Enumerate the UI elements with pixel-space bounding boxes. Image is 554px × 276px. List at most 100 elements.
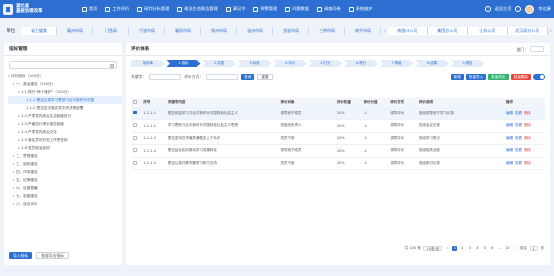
tree-node[interactable]: ▾ 一、政治建设（100分）: [8, 80, 122, 88]
tree-node[interactable]: 1-1-1.是否认真学习贯彻习近平新时代中国: [8, 96, 122, 104]
step-tab[interactable]: 7.等级: [379, 60, 414, 67]
avatar[interactable]: [525, 4, 535, 14]
tree-node[interactable]: ▸ 1-4.严肃党内政治文化: [8, 128, 122, 136]
step-tab[interactable]: 指标库: [131, 60, 165, 67]
tree-node[interactable]: ▾ 1-1.践行“两个维护”（100分）: [8, 88, 122, 96]
delete-link[interactable]: 删除: [524, 148, 531, 152]
nav-item-3[interactable]: 政治生态报告管理: [173, 0, 222, 18]
tree-node[interactable]: ▸ 1-3.严格执行请示报告制度: [8, 120, 122, 128]
edit-link[interactable]: 编辑: [506, 111, 513, 115]
step-tab[interactable]: 8.结果: [415, 60, 449, 67]
tree-node[interactable]: ▸ 七、制度建设: [8, 192, 122, 200]
reset-button[interactable]: 重置: [257, 73, 273, 81]
app-logo[interactable]: 湖北省 基层治理改革: [0, 0, 78, 18]
edit-link[interactable]: 编辑: [506, 148, 513, 152]
delete-link[interactable]: 删除: [524, 161, 531, 165]
page-number[interactable]: ...: [497, 246, 502, 252]
tree-node[interactable]: ▾ 评价指标（100分）: [8, 72, 122, 80]
unit-tab[interactable]: 龙岩市局: [273, 27, 310, 35]
unit-tab[interactable]: 泉州市局: [201, 27, 238, 35]
next-page-icon[interactable]: ›: [512, 246, 517, 252]
unit-tab[interactable]: 三明市局: [309, 27, 346, 35]
row-select-cell[interactable]: [131, 132, 142, 145]
tree-node[interactable]: ▸ 1-5.落实意识形态工作责任制: [8, 136, 122, 144]
action-button-3[interactable]: 批量删除: [510, 73, 531, 81]
unit-tab[interactable]: 襄州市局: [57, 27, 94, 35]
row-checkbox[interactable]: [133, 110, 137, 115]
view-link[interactable]: 查看: [515, 123, 522, 127]
unit-tab-right[interactable]: 武汉局分公司: [507, 27, 548, 35]
tree-node[interactable]: ▸ 三、组织建设: [8, 160, 122, 168]
row-select-cell[interactable]: [131, 144, 142, 158]
nav-item-1[interactable]: 工作评价: [101, 0, 133, 18]
tree-node[interactable]: ▸ 八、综合评价: [8, 200, 122, 208]
unit-tab[interactable]: 门急局: [93, 27, 130, 35]
unit-tab[interactable]: 襄阳市局: [165, 27, 202, 35]
nav-item-4[interactable]: 事记令: [222, 0, 250, 18]
step-tab[interactable]: 4.评价: [273, 60, 307, 67]
unit-tab-right[interactable]: 集团总公司: [427, 27, 468, 35]
nav-item-0[interactable]: 首页: [78, 0, 101, 18]
select-all-cell[interactable]: [131, 98, 142, 107]
tree-node[interactable]: 1-1-2.是否坚决落实党中央决策部署: [8, 104, 122, 112]
delete-link[interactable]: 删除: [524, 123, 531, 127]
method-select[interactable]: [206, 73, 239, 81]
action-button-0[interactable]: 新增: [450, 73, 464, 81]
unit-tab-right[interactable]: 南昌口公司: [387, 27, 428, 35]
table-row[interactable]: 1-1-1-4 是否结合实际推动学习成果转化 领导班子成员 20% -1 领导评价 查阅相关…: [131, 144, 545, 158]
unit-tab-right[interactable]: 江苏公司: [467, 27, 508, 35]
step-tab[interactable]: 1.指标: [166, 60, 201, 67]
page-number[interactable]: 3: [467, 246, 472, 252]
page-number[interactable]: 10: [505, 246, 510, 252]
step-tab[interactable]: 9.报告: [450, 60, 485, 67]
table-row[interactable]: 1-1-1-1 是否领会学习习近平新时代中国特色社会主义 领导班子成员 20% -1 领导…: [131, 107, 545, 120]
tree-node[interactable]: ▸ 四、作风建设: [8, 168, 122, 176]
export-indicator-button[interactable]: 批量导出指标: [36, 252, 69, 259]
row-checkbox[interactable]: [133, 148, 137, 153]
action-button-2[interactable]: 批量导出: [488, 73, 509, 81]
bell-icon[interactable]: [515, 6, 522, 12]
tree-search-input[interactable]: [9, 61, 117, 69]
tree-node[interactable]: ▸ 1-2.严肃党内政治生活制度执行: [8, 112, 122, 120]
table-row[interactable]: 1-1-1-3 是否坚持在学懂弄通做实上下功夫 党员干部 20% -1 领导评价 查阅学习笔…: [131, 132, 545, 145]
edit-link[interactable]: 编辑: [506, 161, 513, 165]
prev-page-icon[interactable]: ‹: [445, 246, 450, 252]
step-tab[interactable]: 6.得分: [344, 60, 378, 67]
keyword-input[interactable]: [149, 73, 182, 81]
page-number[interactable]: 6: [490, 246, 495, 252]
tree-node[interactable]: ▸ 1-6.党员政治信仰: [8, 144, 122, 152]
unit-tab[interactable]: 温州市局: [237, 27, 274, 35]
step-tab[interactable]: 3.标准: [237, 60, 272, 67]
nav-item-5[interactable]: 预警管理: [249, 0, 281, 18]
row-select-cell[interactable]: [131, 107, 142, 120]
table-row[interactable]: 1-1-1-2 学习贯彻习近平新时代中国特色社会主义思想 党组织负责人 20% -1 领导…: [131, 119, 545, 133]
tree-node[interactable]: ▸ 六、反腐倡廉: [8, 184, 122, 192]
action-button-1[interactable]: 批量导入: [465, 73, 487, 81]
step-tab[interactable]: 2.权重: [202, 60, 236, 67]
step-tab[interactable]: 5.打分: [308, 60, 343, 67]
chevron-right-icon[interactable]: ›: [548, 27, 554, 35]
return-home-link[interactable]: 返回主页: [495, 6, 512, 12]
view-link[interactable]: 查看: [515, 161, 522, 165]
delete-link[interactable]: 删除: [524, 136, 531, 140]
row-select-cell[interactable]: [131, 157, 142, 170]
select-all-checkbox[interactable]: [133, 100, 137, 104]
goto-input[interactable]: 1: [529, 245, 538, 251]
edit-link[interactable]: 编辑: [506, 123, 513, 127]
nav-item-2[interactable]: 研判分析管理: [133, 0, 173, 18]
user-name[interactable]: 李达康: [538, 6, 551, 12]
page-number[interactable]: 5: [482, 246, 487, 252]
view-link[interactable]: 查看: [515, 136, 522, 140]
view-link[interactable]: 查看: [515, 111, 522, 115]
home-return-icon[interactable]: [484, 6, 491, 12]
table-row[interactable]: 1-1-1-5 是否认真开展专题学习研讨交流 党员干部 20% -1 领导评价 查阅研讨记录…: [131, 157, 545, 170]
edit-link[interactable]: 编辑: [506, 136, 513, 140]
delete-link[interactable]: 删除: [524, 111, 531, 115]
page-number[interactable]: 2: [460, 246, 465, 252]
unit-tab[interactable]: 省卫健委: [21, 27, 58, 35]
unit-tab[interactable]: 宁波市局: [129, 27, 166, 35]
row-checkbox[interactable]: [133, 135, 137, 140]
view-link[interactable]: 查看: [515, 148, 522, 152]
import-indicator-button[interactable]: 导入指标: [9, 252, 33, 259]
unit-tab[interactable]: 南平市局: [345, 27, 382, 35]
